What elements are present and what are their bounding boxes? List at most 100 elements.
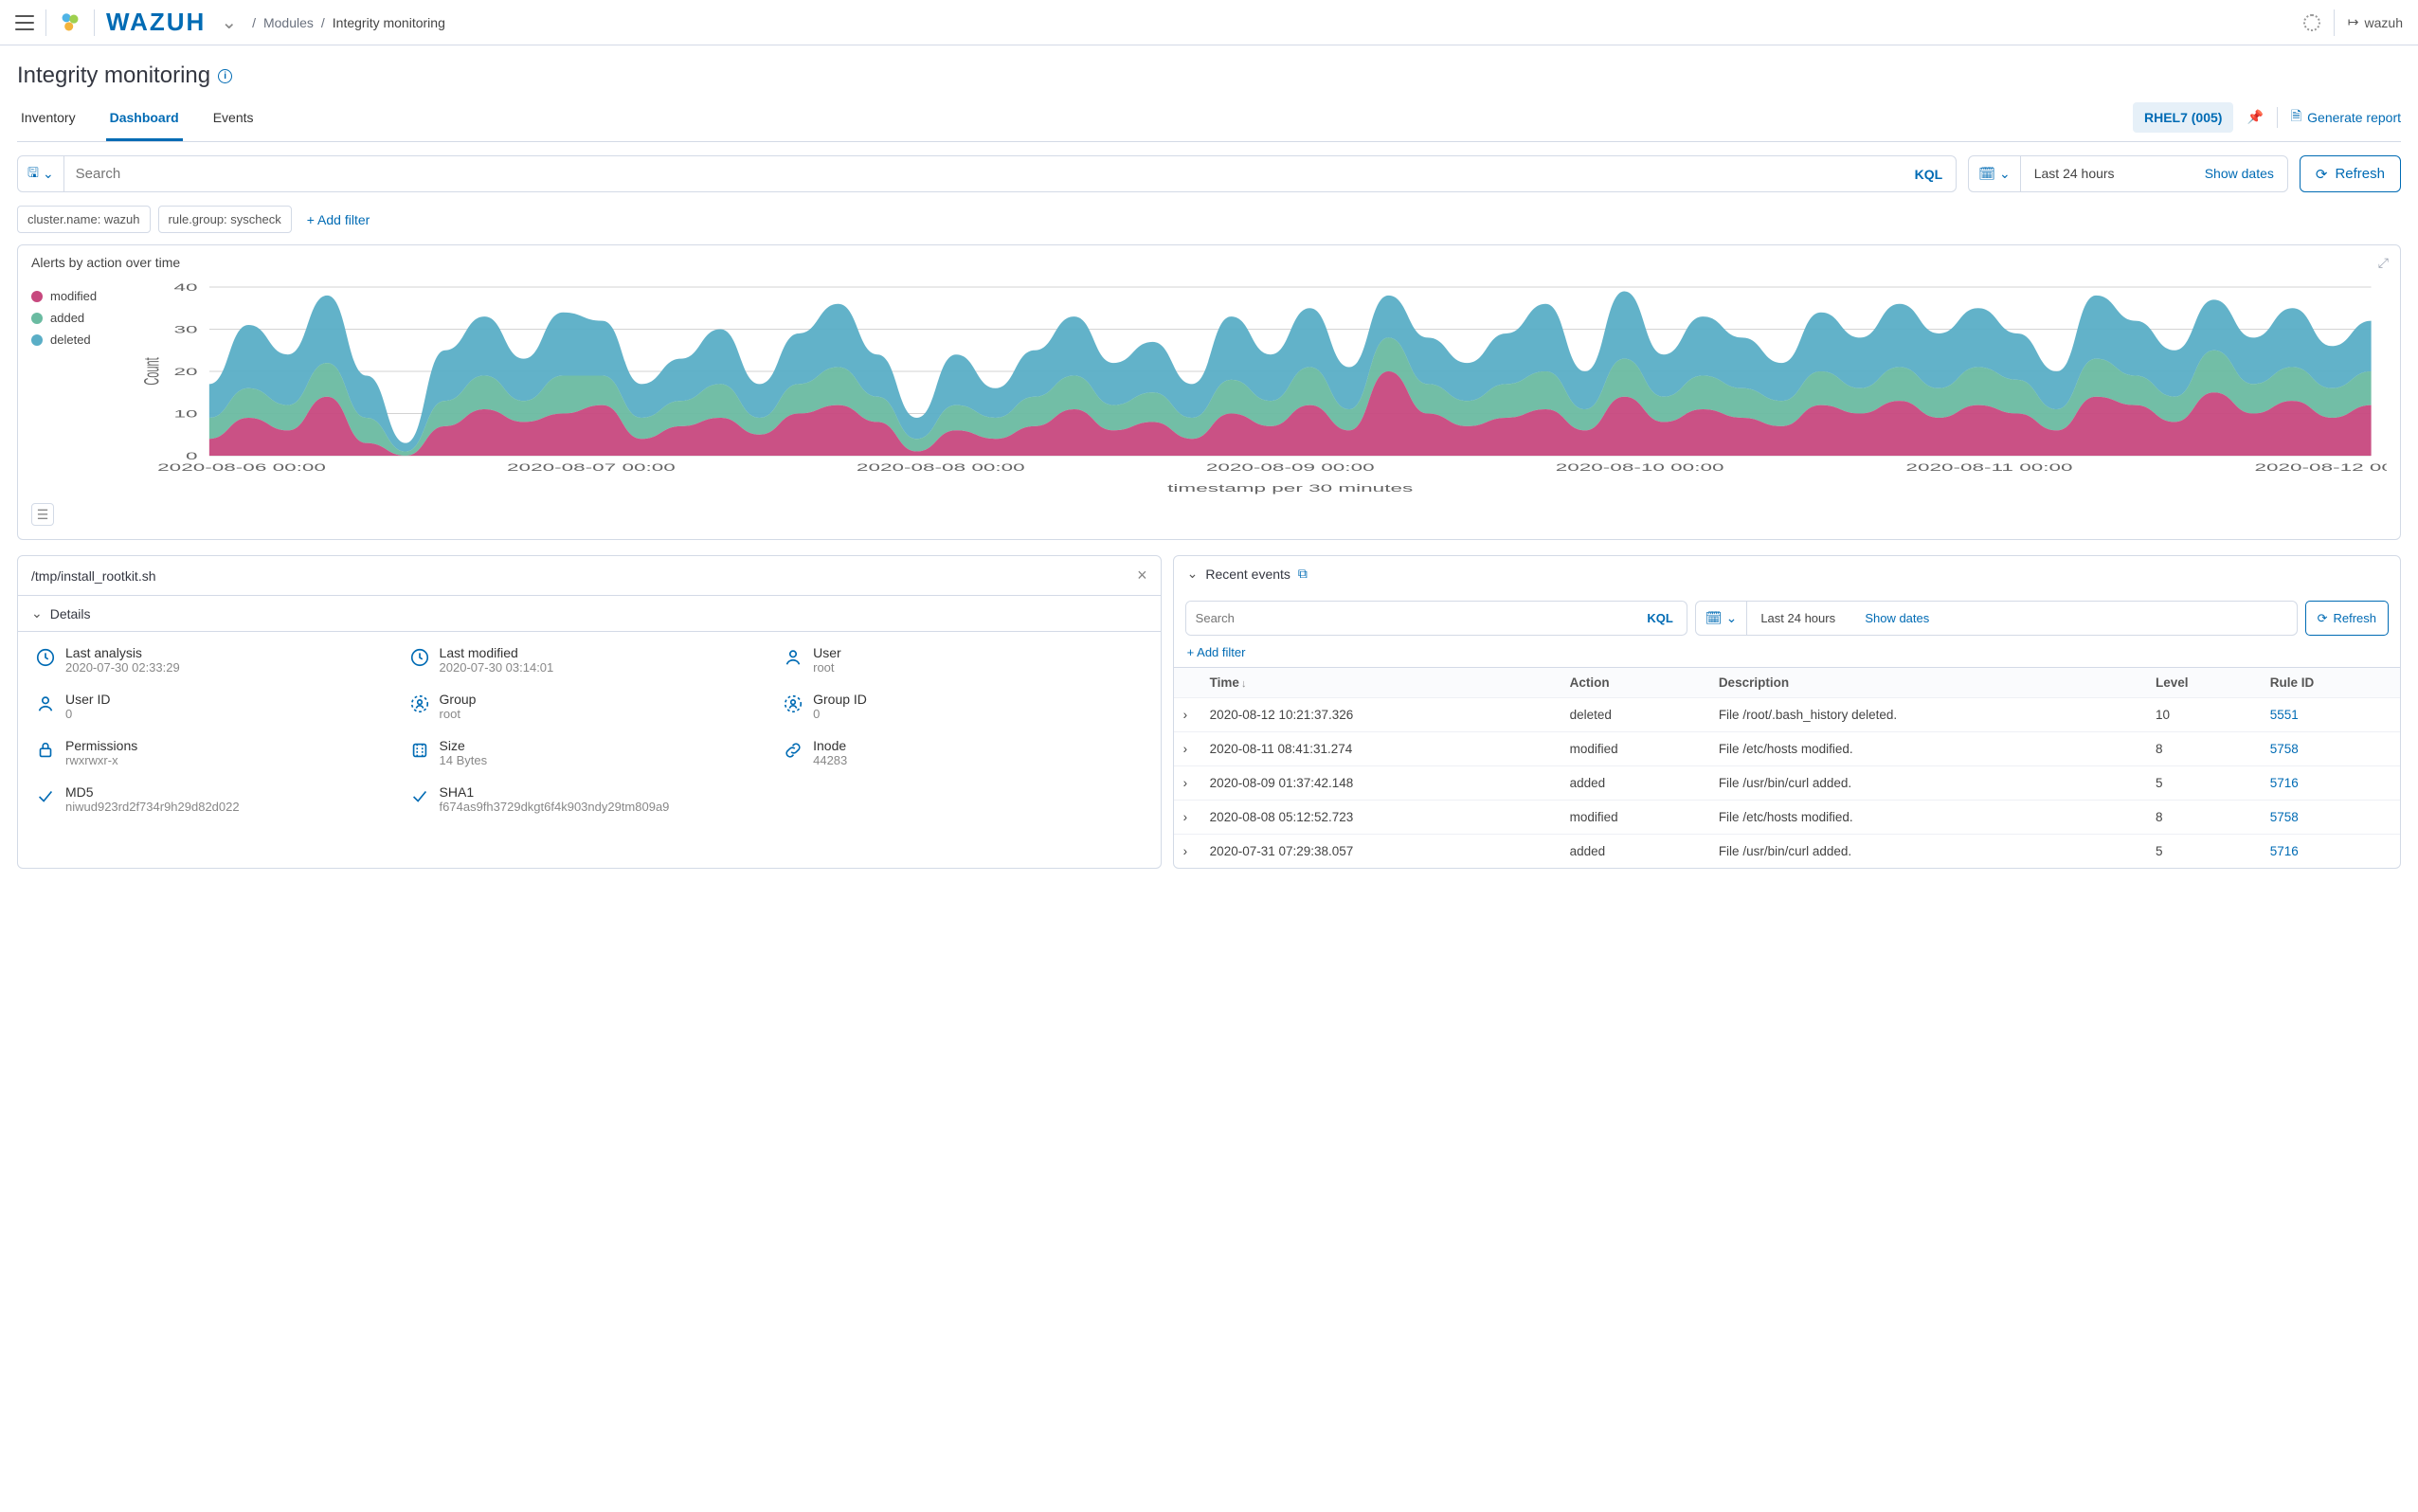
svg-text:2020-08-10 00:00: 2020-08-10 00:00 <box>1556 461 1724 473</box>
recent-refresh-label: Refresh <box>2333 611 2376 625</box>
legend-deleted[interactable]: deleted <box>31 329 118 351</box>
cell-rule[interactable]: 5551 <box>2261 698 2400 732</box>
detail-label: Group ID <box>813 692 867 707</box>
detail-value: root <box>440 707 477 721</box>
expand-row-icon[interactable]: › <box>1174 766 1200 801</box>
table-row[interactable]: › 2020-08-08 05:12:52.723 modified File … <box>1174 801 2400 835</box>
detail-value: niwud923rd2f734r9h29d82d022 <box>65 800 240 814</box>
chevron-down-icon[interactable]: ⌄ <box>31 605 43 621</box>
cell-rule[interactable]: 5716 <box>2261 766 2400 801</box>
detail-label: User <box>813 645 841 660</box>
user-menu[interactable]: ↦ wazuh <box>2348 14 2403 30</box>
breadcrumb-modules[interactable]: Modules <box>263 15 314 30</box>
refresh-icon: ⟳ <box>2316 166 2328 183</box>
date-range-text[interactable]: Last 24 hours <box>2021 156 2192 191</box>
external-link-icon[interactable]: ⧉ <box>1298 566 1308 582</box>
col-action[interactable]: Action <box>1561 668 1709 698</box>
recent-calendar-button[interactable]: 🗓⌄ <box>1696 602 1748 635</box>
chart-legend-toggle-icon[interactable]: ☰ <box>31 503 54 526</box>
svg-text:timestamp per 30 minutes: timestamp per 30 minutes <box>1167 482 1413 494</box>
expand-row-icon[interactable]: › <box>1174 801 1200 835</box>
calendar-button[interactable]: 🗓⌄ <box>1969 156 2021 191</box>
expand-row-icon[interactable]: › <box>1174 698 1200 732</box>
details-section-title: Details <box>50 606 91 621</box>
table-row[interactable]: › 2020-08-09 01:37:42.148 added File /us… <box>1174 766 2400 801</box>
close-icon[interactable]: × <box>1137 566 1147 585</box>
table-row[interactable]: › 2020-07-31 07:29:38.057 added File /us… <box>1174 835 2400 869</box>
recent-kql-toggle[interactable]: KQL <box>1633 602 1686 635</box>
add-filter-button[interactable]: + Add filter <box>307 212 370 227</box>
svg-text:2020-08-06 00:00: 2020-08-06 00:00 <box>157 461 326 473</box>
detail-sha1: SHA1 f674as9fh3729dkgt6f4k903ndy29tm809a… <box>409 784 1144 814</box>
col-rule[interactable]: Rule ID <box>2261 668 2400 698</box>
col-level[interactable]: Level <box>2146 668 2261 698</box>
col-time[interactable]: Time↓ <box>1200 668 1561 698</box>
generate-report-button[interactable]: 🗎 Generate report <box>2291 106 2401 129</box>
cell-action: modified <box>1561 732 1709 766</box>
detail-label: MD5 <box>65 784 240 800</box>
generate-report-label: Generate report <box>2307 110 2401 125</box>
pin-icon[interactable]: 📌 <box>2247 109 2263 125</box>
legend-modified[interactable]: modified <box>31 285 118 307</box>
alerts-area-chart[interactable]: 010203040Count2020-08-06 00:002020-08-07… <box>135 279 2387 497</box>
detail-label: Group <box>440 692 477 707</box>
check-icon <box>35 786 56 807</box>
recent-show-dates[interactable]: Show dates <box>1851 602 1942 635</box>
filter-chip[interactable]: cluster.name: wazuh <box>17 206 151 233</box>
size-icon <box>409 740 430 761</box>
svg-text:20: 20 <box>173 366 197 377</box>
recent-refresh-button[interactable]: ⟳ Refresh <box>2305 601 2389 636</box>
tab-events[interactable]: Events <box>209 100 258 141</box>
chevron-down-icon: ⌄ <box>1999 166 2011 182</box>
recent-events-table: Time↓ Action Description Level Rule ID ›… <box>1174 667 2400 868</box>
cell-action: modified <box>1561 801 1709 835</box>
refresh-button[interactable]: ⟳ Refresh <box>2300 155 2401 192</box>
cell-time: 2020-08-09 01:37:42.148 <box>1200 766 1561 801</box>
refresh-icon: ⟳ <box>2318 611 2328 626</box>
expand-row-icon[interactable]: › <box>1174 732 1200 766</box>
breadcrumb-sep: / <box>252 15 256 30</box>
cell-rule[interactable]: 5716 <box>2261 835 2400 869</box>
show-dates-button[interactable]: Show dates <box>2192 156 2287 191</box>
detail-value: 2020-07-30 03:14:01 <box>440 660 554 675</box>
recent-search-input[interactable] <box>1186 602 1634 635</box>
cell-rule[interactable]: 5758 <box>2261 732 2400 766</box>
agent-badge[interactable]: RHEL7 (005) <box>2133 102 2233 133</box>
legend-added[interactable]: added <box>31 307 118 329</box>
legend-label: added <box>50 311 84 325</box>
table-row[interactable]: › 2020-08-11 08:41:31.274 modified File … <box>1174 732 2400 766</box>
legend-swatch-icon <box>31 291 43 302</box>
table-row[interactable]: › 2020-08-12 10:21:37.326 deleted File /… <box>1174 698 2400 732</box>
chevron-down-icon: ⌄ <box>43 166 54 182</box>
brand-chevron-icon[interactable]: ⌄ <box>221 10 237 34</box>
tab-dashboard[interactable]: Dashboard <box>106 100 183 141</box>
saved-queries-button[interactable]: 🖫⌄ <box>18 156 64 191</box>
cell-rule[interactable]: 5758 <box>2261 801 2400 835</box>
recent-add-filter[interactable]: + Add filter <box>1174 645 2400 667</box>
tab-inventory[interactable]: Inventory <box>17 100 80 141</box>
legend-swatch-icon <box>31 334 43 346</box>
chevron-down-icon[interactable]: ⌄ <box>1187 566 1199 582</box>
info-icon[interactable]: i <box>218 69 232 83</box>
detail-label: Inode <box>813 738 847 753</box>
kql-toggle[interactable]: KQL <box>1902 156 1957 191</box>
col-description[interactable]: Description <box>1709 668 2146 698</box>
document-icon: 🗎 <box>2291 106 2301 129</box>
cell-time: 2020-08-08 05:12:52.723 <box>1200 801 1561 835</box>
filter-chip[interactable]: rule.group: syscheck <box>158 206 292 233</box>
divider <box>2277 107 2278 128</box>
expand-panel-icon[interactable]: ⤢ <box>2378 255 2389 271</box>
chevron-down-icon: ⌄ <box>1726 610 1738 626</box>
svg-text:10: 10 <box>173 408 197 420</box>
search-input[interactable] <box>64 156 1902 191</box>
recent-date-text[interactable]: Last 24 hours <box>1747 602 1851 635</box>
clock-icon <box>35 647 56 668</box>
expand-row-icon[interactable]: › <box>1174 835 1200 869</box>
detail-value: 14 Bytes <box>440 753 488 767</box>
cell-description: File /usr/bin/curl added. <box>1709 835 2146 869</box>
brand-name[interactable]: WAZUH <box>106 8 206 37</box>
detail-value: f674as9fh3729dkgt6f4k903ndy29tm809a9 <box>440 800 670 814</box>
nav-toggle[interactable] <box>15 15 34 30</box>
news-icon[interactable] <box>2303 14 2320 31</box>
wazuh-logo-icon[interactable] <box>58 10 82 35</box>
